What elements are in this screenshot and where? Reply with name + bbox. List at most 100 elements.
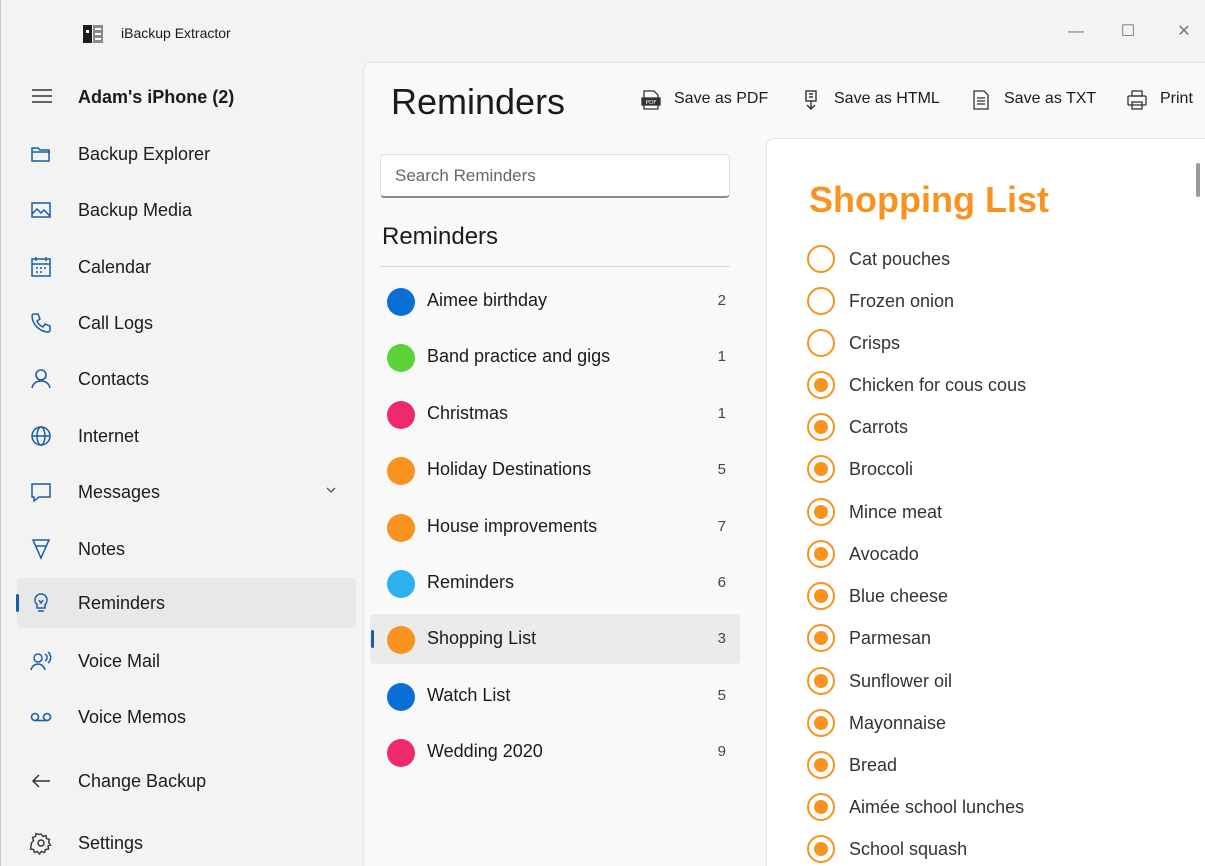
list-item-aimee-birthday[interactable]: Aimee birthday 2: [370, 276, 740, 326]
list-color-dot: [387, 570, 415, 598]
scrollbar[interactable]: [1196, 163, 1200, 197]
reminder-checkbox[interactable]: [807, 751, 835, 779]
hamburger-menu-icon[interactable]: [31, 88, 53, 104]
sidebar-item-call-logs[interactable]: Call Logs: [17, 298, 356, 348]
list-count: 6: [717, 574, 726, 591]
close-button[interactable]: ✕: [1169, 20, 1199, 44]
list-name: Band practice and gigs: [427, 346, 611, 366]
lists-heading: Reminders: [382, 223, 499, 250]
list-item-wedding-2020[interactable]: Wedding 2020 9: [370, 727, 740, 777]
list-count: 5: [717, 461, 726, 478]
html-save-icon: [800, 89, 822, 111]
voicemail-person-icon: [29, 649, 53, 673]
list-name: Aimee birthday: [427, 290, 548, 310]
sidebar-item-label: Voice Memos: [78, 707, 187, 727]
sidebar-item-voice-memos[interactable]: Voice Memos: [17, 692, 356, 742]
detail-title: Shopping List: [809, 179, 1049, 220]
reminder-label: Avocado: [849, 544, 919, 564]
reminder-checkbox[interactable]: [807, 245, 835, 273]
sidebar-item-backup-media[interactable]: Backup Media: [17, 185, 356, 235]
sidebar-item-voice-mail[interactable]: Voice Mail: [17, 636, 356, 686]
sidebar-item-label: Change Backup: [78, 771, 207, 791]
sidebar-item-notes[interactable]: Notes: [17, 524, 356, 574]
list-color-dot: [387, 683, 415, 711]
search-input[interactable]: [381, 155, 729, 196]
list-name: Christmas: [427, 403, 509, 423]
list-color-dot: [387, 344, 415, 372]
reminder-checkbox[interactable]: [807, 835, 835, 863]
svg-text:PDF: PDF: [646, 100, 657, 106]
minimize-button[interactable]: —: [1061, 20, 1091, 44]
reminder-label: Chicken for cous cous: [849, 375, 1027, 395]
reminder-item: Broccoli: [807, 449, 1197, 489]
notes-icon: [29, 537, 53, 561]
sidebar-item-label: Internet: [78, 426, 140, 446]
sidebar-item-label: Backup Media: [78, 200, 193, 220]
reminder-detail-panel: Shopping List Cat pouches Frozen onion C…: [766, 138, 1205, 866]
sidebar-item-backup-explorer[interactable]: Backup Explorer: [17, 129, 356, 179]
reminder-label: Frozen onion: [849, 291, 955, 311]
reminder-checkbox[interactable]: [807, 624, 835, 652]
text-file-icon: [970, 89, 992, 111]
reminder-checkbox[interactable]: [807, 413, 835, 441]
reminder-item: Aimée school lunches: [807, 787, 1197, 827]
reminder-item: Mayonnaise: [807, 703, 1197, 743]
person-icon: [29, 367, 53, 391]
save-as-html-label: Save as HTML: [834, 90, 940, 107]
printer-icon: [1126, 89, 1148, 111]
sidebar-item-internet[interactable]: Internet: [17, 411, 356, 461]
message-icon: [29, 480, 53, 504]
reminder-checkbox[interactable]: [807, 793, 835, 821]
save-as-pdf-label: Save as PDF: [674, 90, 769, 107]
reminder-checkbox[interactable]: [807, 329, 835, 357]
reminder-checkbox[interactable]: [807, 709, 835, 737]
list-name: Shopping List: [427, 628, 537, 648]
sidebar-item-reminders[interactable]: Reminders: [16, 578, 356, 628]
title-bar: iBackup Extractor — ☐ ✕: [1, 0, 1205, 62]
sidebar-item-calendar[interactable]: Calendar: [17, 242, 356, 292]
chevron-down-icon[interactable]: [324, 483, 338, 497]
reminder-checkbox[interactable]: [807, 287, 835, 315]
list-item-shopping-list[interactable]: Shopping List 3: [370, 614, 740, 664]
list-item-holiday-destinations[interactable]: Holiday Destinations 5: [370, 445, 740, 495]
app-window: iBackup Extractor — ☐ ✕ Adam's iPhone (2…: [0, 0, 1205, 866]
reminder-checkbox[interactable]: [807, 498, 835, 526]
list-name: Wedding 2020: [427, 741, 543, 761]
reminder-checkbox[interactable]: [807, 455, 835, 483]
list-color-dot: [387, 739, 415, 767]
search-box: [380, 154, 730, 198]
sidebar-item-label: Contacts: [78, 369, 150, 389]
maximize-button[interactable]: ☐: [1113, 20, 1143, 44]
reminder-item: School squash: [807, 829, 1197, 866]
sidebar-item-change-backup[interactable]: Change Backup: [17, 756, 356, 806]
list-item-band-practice[interactable]: Band practice and gigs 1: [370, 332, 740, 382]
reminder-item: Sunflower oil: [807, 661, 1197, 701]
reminder-checkbox[interactable]: [807, 582, 835, 610]
voicemail-icon: [29, 705, 53, 729]
reminder-item: Blue cheese: [807, 576, 1197, 616]
reminder-checkbox[interactable]: [807, 371, 835, 399]
app-logo-icon: [81, 22, 105, 46]
reminder-item: Chicken for cous cous: [807, 365, 1197, 405]
sidebar-item-messages[interactable]: Messages: [17, 467, 356, 517]
list-item-house-improvements[interactable]: House improvements 7: [370, 502, 740, 552]
globe-icon: [29, 424, 53, 448]
sidebar-item-contacts[interactable]: Contacts: [17, 354, 356, 404]
divider: [380, 266, 730, 267]
reminder-label: Bread: [849, 755, 898, 775]
sidebar-item-label: Settings: [78, 833, 144, 853]
list-item-watch-list[interactable]: Watch List 5: [370, 671, 740, 721]
list-count: 9: [717, 743, 726, 760]
list-item-reminders[interactable]: Reminders 6: [370, 558, 740, 608]
reminder-checkbox[interactable]: [807, 667, 835, 695]
reminder-label: Mince meat: [849, 502, 943, 522]
pdf-file-icon: PDF: [640, 89, 662, 111]
back-arrow-icon: [29, 769, 53, 793]
sidebar-item-settings[interactable]: Settings: [17, 818, 356, 866]
sidebar: Adam's iPhone (2) Backup Explorer Backup…: [1, 62, 363, 866]
reminder-checkbox[interactable]: [807, 540, 835, 568]
sidebar-item-label: Backup Explorer: [78, 144, 211, 164]
list-count: 7: [717, 518, 726, 535]
list-item-christmas[interactable]: Christmas 1: [370, 389, 740, 439]
calendar-icon: [29, 255, 53, 279]
